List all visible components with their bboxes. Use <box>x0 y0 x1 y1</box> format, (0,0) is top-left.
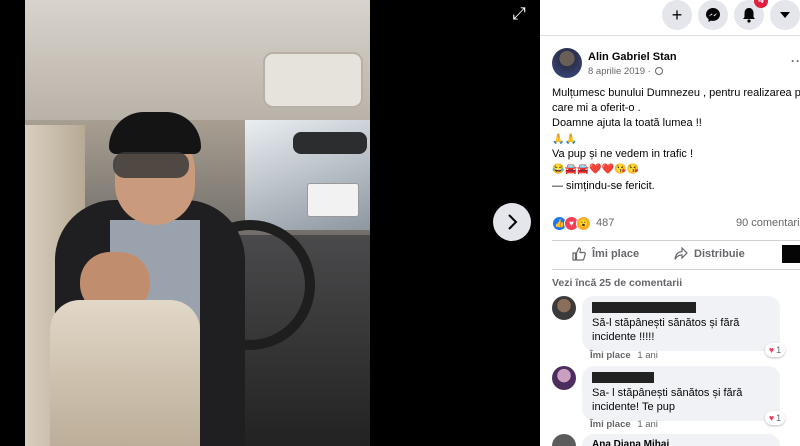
author-name[interactable]: Alin Gabriel Stan <box>588 51 677 63</box>
bell-icon <box>743 8 755 23</box>
share-icon <box>674 247 688 260</box>
commenter-avatar[interactable] <box>552 296 576 320</box>
post-line: 🙏🙏 <box>552 133 577 145</box>
comment-text-line: Să-l stăpânești sănătos și fără <box>592 317 740 329</box>
post-panel: + 4 Alin Gabriel Stan 8 aprilie 2019 · ·… <box>540 0 800 446</box>
comment-time[interactable]: 1 ani <box>637 350 658 361</box>
comment-meta: Îmi place 1 ani <box>590 350 658 361</box>
globe-icon <box>655 67 664 75</box>
comment-reaction-count: 1 <box>776 345 782 355</box>
comment-text-line: Sa- l stăpânești sănătos și fără <box>592 387 743 399</box>
thumbs-up-icon <box>572 247 586 261</box>
photo-viewer: ⤢ <box>0 0 540 446</box>
rear-mirror <box>293 132 367 154</box>
next-photo-button[interactable] <box>493 203 531 241</box>
post-photo[interactable] <box>25 0 370 446</box>
comment-bubble: Ana Diana Mihai <box>582 434 780 446</box>
caret-down-icon <box>780 12 790 18</box>
front-seat <box>50 300 200 446</box>
reactions-summary[interactable]: 👍 ♥ 😮 487 <box>552 214 614 232</box>
messenger-button[interactable] <box>698 0 728 30</box>
redacted-area <box>782 245 800 263</box>
messenger-icon <box>706 8 720 22</box>
more-options-icon[interactable]: ··· <box>791 54 800 68</box>
post-line: Doamne ajuta la toată lumea !! <box>552 117 702 130</box>
love-reaction-icon: ♥ <box>768 413 775 423</box>
plus-icon: + <box>671 5 683 25</box>
comment-like-button[interactable]: Îmi place <box>590 350 631 361</box>
post-text: Mulțumesc bunului Dumnezeu , pentru real… <box>552 86 800 194</box>
view-more-comments[interactable]: Vezi încă 25 de comentarii <box>552 277 682 289</box>
post-timestamp[interactable]: 8 aprilie 2019 · <box>588 66 664 77</box>
person-cap <box>109 112 201 154</box>
comment-like-button[interactable]: Îmi place <box>590 419 631 430</box>
commenter-name[interactable]: Ana Diana Mihai <box>592 438 770 446</box>
post-header: Alin Gabriel Stan 8 aprilie 2019 · ··· <box>552 48 800 84</box>
comments-count[interactable]: 90 comentarii <box>736 217 800 229</box>
post-line: care mi a oferit-o . <box>552 102 641 115</box>
comment-text-line: incidente! Te pup <box>592 401 675 413</box>
facebook-photo-viewer: ⤢ + 4 Alin Gabriel Stan 8 aprilie 2019 ·… <box>0 0 800 446</box>
redacted-commenter-name <box>592 302 696 313</box>
reactions-count: 487 <box>596 217 615 229</box>
post-line: 😂🚘🚘❤️❤️😘😘 <box>552 164 640 176</box>
create-button[interactable]: + <box>662 0 692 30</box>
chevron-right-icon <box>508 214 518 230</box>
love-reaction-icon: ♥ <box>768 345 775 355</box>
share-button[interactable]: Distribuie <box>674 247 745 261</box>
registration-card <box>307 183 359 217</box>
comment-meta: Îmi place 1 ani <box>590 419 658 430</box>
post-date: 8 aprilie 2019 · <box>588 66 654 77</box>
redacted-commenter-name <box>592 372 654 383</box>
commenter-avatar[interactable] <box>552 366 576 390</box>
comment-reaction-count: 1 <box>776 413 782 423</box>
commenter-avatar[interactable] <box>552 434 576 446</box>
sunglasses <box>113 152 189 178</box>
author-avatar[interactable] <box>552 48 582 78</box>
comment-bubble: Sa- l stăpânești sănătos și fără inciden… <box>582 366 780 421</box>
comment-time[interactable]: 1 ani <box>637 419 658 430</box>
top-bar: + 4 <box>540 0 800 36</box>
overhead-console <box>263 52 363 108</box>
comment-text: Sa- l stăpânești sănătos și fără inciden… <box>592 386 770 414</box>
share-label: Distribuie <box>694 248 745 260</box>
like-button[interactable]: Îmi place <box>572 247 639 261</box>
comment-reactions[interactable]: ♥ 1 <box>765 343 785 357</box>
post-line: Mulțumesc bunului Dumnezeu , pentru real… <box>552 87 800 99</box>
comment-reactions[interactable]: ♥ 1 <box>765 411 785 425</box>
expand-icon[interactable]: ⤢ <box>506 4 532 24</box>
haha-reaction-icon: 😮 <box>576 215 591 231</box>
feeling-line: — simțindu-se fericit. <box>552 180 655 193</box>
like-label: Îmi place <box>592 248 640 260</box>
account-menu-button[interactable] <box>770 0 800 30</box>
comment-text: Să-l stăpânești sănătos și fără incident… <box>592 316 770 344</box>
comment-bubble: Să-l stăpânești sănătos și fără incident… <box>582 296 780 351</box>
comment-text-line: incidente !!!!! <box>592 331 655 343</box>
notifications-button[interactable]: 4 <box>734 0 768 30</box>
post-line: Va pup și ne vedem in trafic ! <box>552 147 694 160</box>
notifications-badge: 4 <box>754 0 768 8</box>
post-actions: Îmi place Distribuie <box>552 240 800 270</box>
